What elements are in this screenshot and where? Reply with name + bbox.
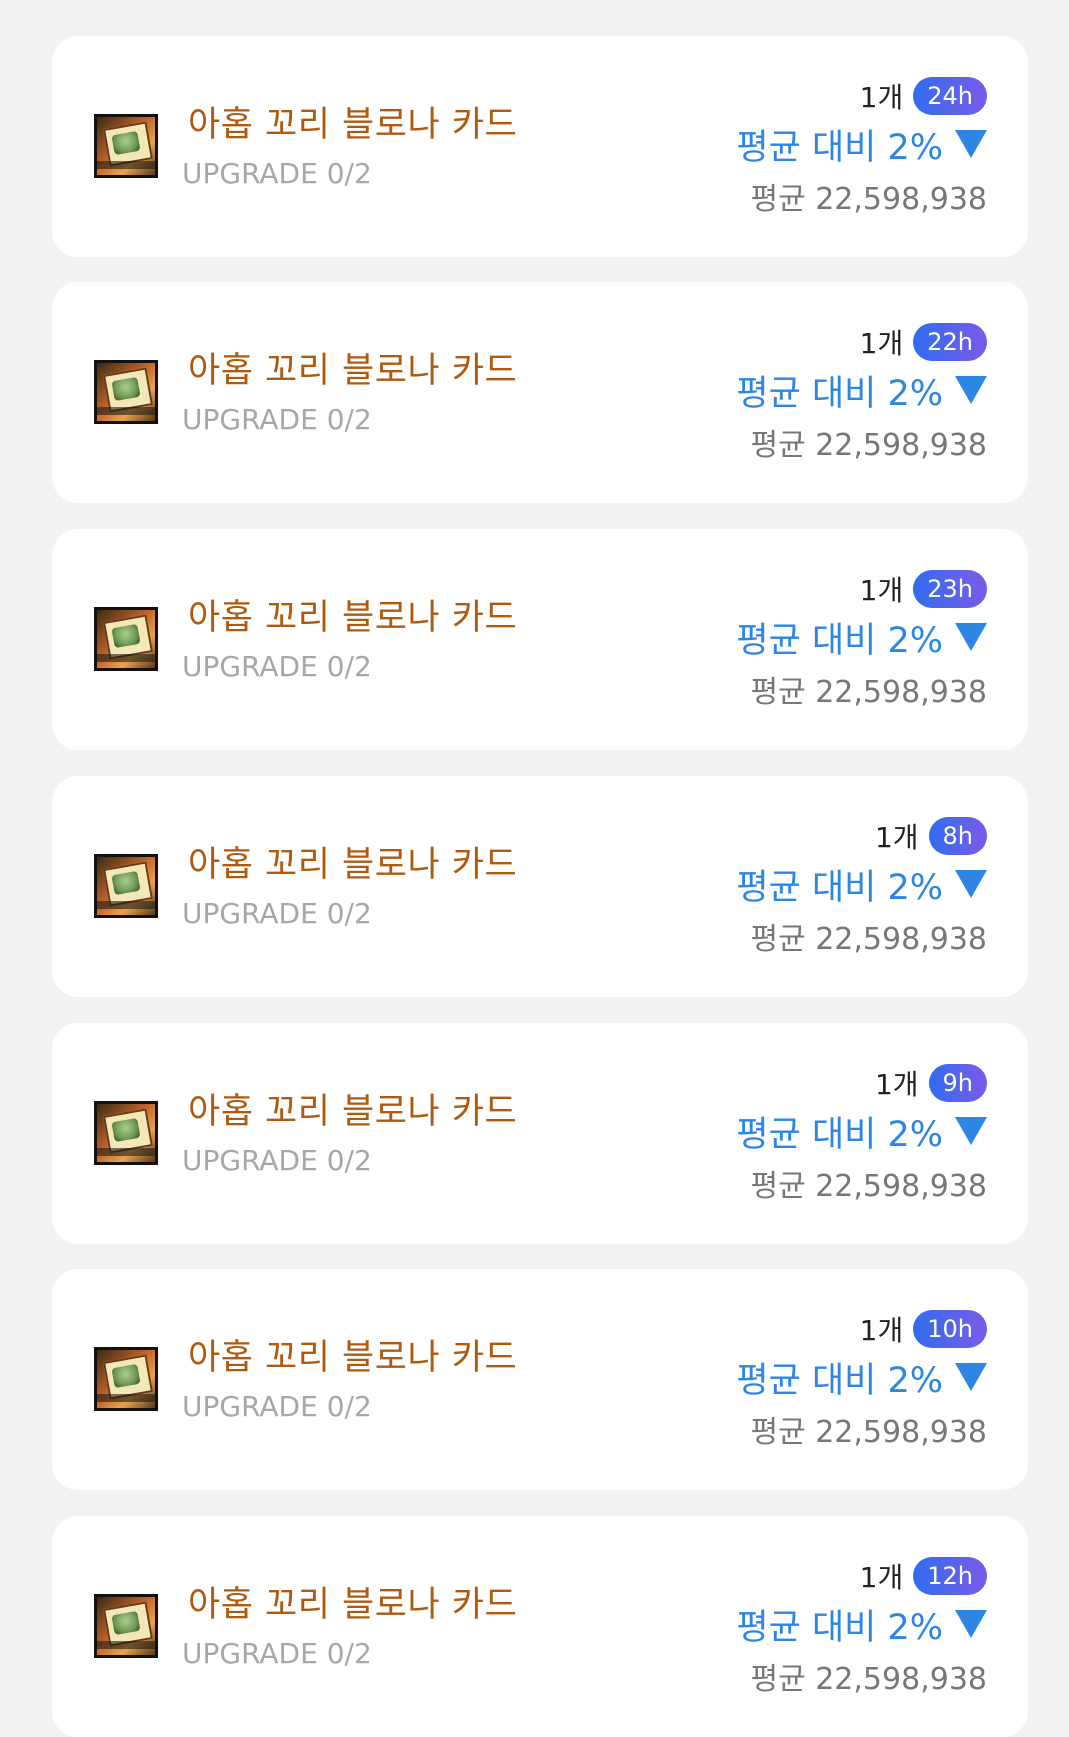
card-stripe [97,901,155,909]
price-compare: 평균 대비 2% [736,373,943,414]
average-price: 평균 22,598,938 [750,922,987,957]
list-item[interactable]: 아홉 꼬리 블로나 카드 UPGRADE 0/2 1개 9h 평균 대비 2% … [52,1023,1028,1244]
time-badge: 24h [913,77,987,115]
card-item-thumbnail [94,114,158,178]
price-info: 1개 22h 평균 대비 2% 평균 22,598,938 [736,322,987,464]
triangle-down-icon [955,1610,987,1638]
item-name: 아홉 꼬리 블로나 카드 [188,845,518,885]
item-upgrade: UPGRADE 0/2 [182,897,372,930]
compare-row: 평균 대비 2% [736,1602,987,1648]
price-compare: 평균 대비 2% [736,1114,943,1155]
average-price: 평균 22,598,938 [750,1169,987,1204]
time-badge: 23h [913,570,987,608]
time-badge: 8h [928,817,987,855]
card-stripe [97,654,155,662]
item-quantity: 1개 [859,1314,904,1347]
time-badge: 10h [913,1310,987,1348]
item-quantity: 1개 [859,327,904,360]
price-compare: 평균 대비 2% [736,1607,943,1648]
price-compare: 평균 대비 2% [736,867,943,908]
item-name: 아홉 꼬리 블로나 카드 [188,598,518,638]
item-name: 아홉 꼬리 블로나 카드 [188,1092,518,1132]
item-name: 아홉 꼬리 블로나 카드 [188,1338,518,1378]
item-name: 아홉 꼬리 블로나 카드 [188,351,518,391]
price-compare: 평균 대비 2% [736,620,943,661]
list-item[interactable]: 아홉 꼬리 블로나 카드 UPGRADE 0/2 1개 23h 평균 대비 2%… [52,529,1028,750]
price-info: 1개 8h 평균 대비 2% 평균 22,598,938 [736,816,987,958]
item-upgrade: UPGRADE 0/2 [182,403,372,436]
item-quantity: 1개 [859,574,904,607]
item-quantity: 1개 [874,821,919,854]
average-price: 평균 22,598,938 [750,428,987,463]
item-upgrade: UPGRADE 0/2 [182,650,372,683]
average-price: 평균 22,598,938 [750,1415,987,1450]
time-badge: 9h [928,1064,987,1102]
quantity-row: 1개 9h [875,1063,987,1103]
item-upgrade: UPGRADE 0/2 [182,157,372,190]
price-compare: 평균 대비 2% [736,127,943,168]
triangle-down-icon [955,870,987,898]
triangle-down-icon [955,1363,987,1391]
item-quantity: 1개 [859,81,904,114]
compare-row: 평균 대비 2% [736,368,987,414]
time-badge: 12h [913,1557,987,1595]
compare-row: 평균 대비 2% [736,862,987,908]
card-item-thumbnail [94,1594,158,1658]
item-name: 아홉 꼬리 블로나 카드 [188,105,518,145]
card-stripe [97,1148,155,1156]
list-item[interactable]: 아홉 꼬리 블로나 카드 UPGRADE 0/2 1개 12h 평균 대비 2%… [52,1516,1028,1737]
quantity-row: 1개 8h [875,816,987,856]
triangle-down-icon [955,1117,987,1145]
card-stripe [97,1641,155,1649]
price-info: 1개 12h 평균 대비 2% 평균 22,598,938 [736,1556,987,1698]
quantity-row: 1개 22h [860,322,987,362]
quantity-row: 1개 23h [860,569,987,609]
list-item[interactable]: 아홉 꼬리 블로나 카드 UPGRADE 0/2 1개 22h 평균 대비 2%… [52,282,1028,503]
compare-row: 평균 대비 2% [736,122,987,168]
item-name: 아홉 꼬리 블로나 카드 [188,1585,518,1625]
average-price: 평균 22,598,938 [750,675,987,710]
quantity-row: 1개 12h [860,1556,987,1596]
item-upgrade: UPGRADE 0/2 [182,1390,372,1423]
card-item-thumbnail [94,1101,158,1165]
price-info: 1개 23h 평균 대비 2% 평균 22,598,938 [736,569,987,711]
list-item[interactable]: 아홉 꼬리 블로나 카드 UPGRADE 0/2 1개 10h 평균 대비 2%… [52,1269,1028,1490]
compare-row: 평균 대비 2% [736,1109,987,1155]
average-price: 평균 22,598,938 [750,1662,987,1697]
item-quantity: 1개 [859,1561,904,1594]
price-info: 1개 9h 평균 대비 2% 평균 22,598,938 [736,1063,987,1205]
triangle-down-icon [955,130,987,158]
price-compare: 평균 대비 2% [736,1360,943,1401]
list-item[interactable]: 아홉 꼬리 블로나 카드 UPGRADE 0/2 1개 8h 평균 대비 2% … [52,776,1028,997]
item-quantity: 1개 [874,1068,919,1101]
card-item-thumbnail [94,1347,158,1411]
card-stripe [97,1394,155,1402]
card-item-thumbnail [94,854,158,918]
card-stripe [97,407,155,415]
compare-row: 평균 대비 2% [736,1355,987,1401]
list-item[interactable]: 아홉 꼬리 블로나 카드 UPGRADE 0/2 1개 24h 평균 대비 2%… [52,36,1028,257]
item-list: 아홉 꼬리 블로나 카드 UPGRADE 0/2 1개 24h 평균 대비 2%… [0,0,1069,1737]
item-upgrade: UPGRADE 0/2 [182,1144,372,1177]
compare-row: 평균 대비 2% [736,615,987,661]
card-stripe [97,161,155,169]
price-info: 1개 10h 평균 대비 2% 평균 22,598,938 [736,1309,987,1451]
card-item-thumbnail [94,607,158,671]
quantity-row: 1개 10h [860,1309,987,1349]
average-price: 평균 22,598,938 [750,182,987,217]
price-info: 1개 24h 평균 대비 2% 평균 22,598,938 [736,76,987,218]
card-item-thumbnail [94,360,158,424]
item-upgrade: UPGRADE 0/2 [182,1637,372,1670]
time-badge: 22h [913,323,987,361]
quantity-row: 1개 24h [860,76,987,116]
triangle-down-icon [955,376,987,404]
triangle-down-icon [955,623,987,651]
